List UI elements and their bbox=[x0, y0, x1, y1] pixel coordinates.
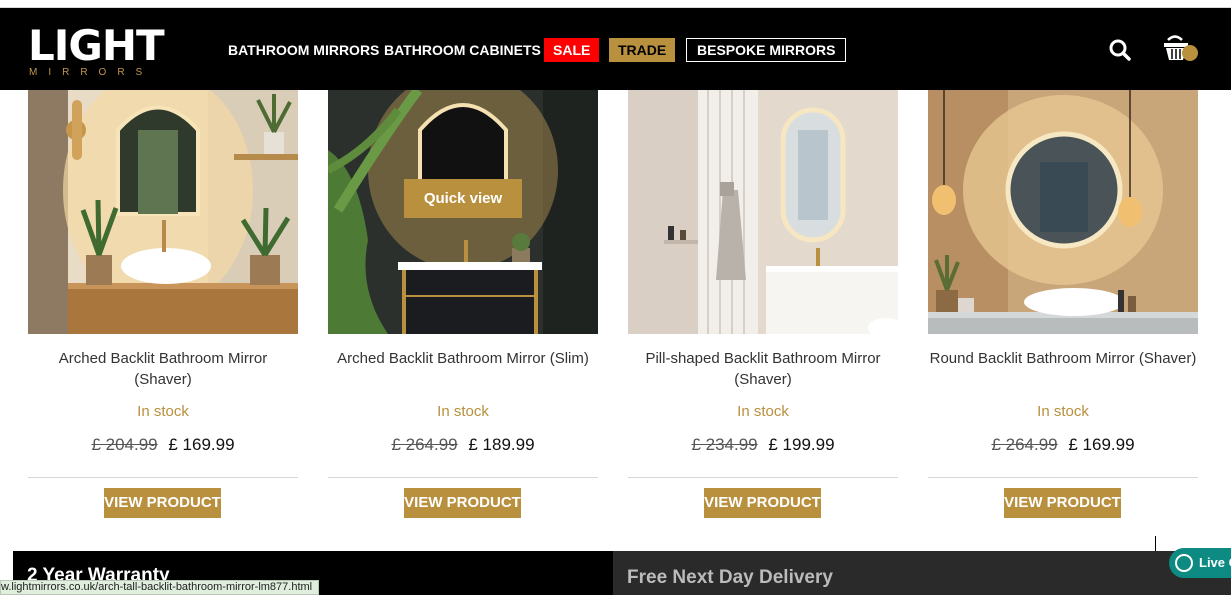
divider bbox=[328, 477, 598, 478]
current-price: £ 189.99 bbox=[468, 435, 535, 454]
stock-status: In stock bbox=[137, 403, 189, 420]
current-price: £ 169.99 bbox=[168, 435, 235, 454]
product-card: Pill-shaped Backlit Bathroom Mirror (Sha… bbox=[628, 90, 898, 530]
old-price: £ 264.99 bbox=[391, 435, 458, 454]
product-price: £ 264.99 £ 189.99 bbox=[328, 435, 598, 455]
nav-bespoke-mirrors[interactable]: BESPOKE MIRRORS bbox=[686, 38, 847, 62]
browser-top-strip bbox=[0, 0, 1231, 8]
nav-trade[interactable]: TRADE bbox=[609, 38, 676, 62]
nav-sale[interactable]: SALE bbox=[544, 38, 600, 62]
product-title[interactable]: Arched Backlit Bathroom Mirror (Shaver) bbox=[28, 348, 298, 390]
view-product-button[interactable]: VIEW PRODUCT bbox=[704, 488, 821, 518]
product-card: Round Backlit Bathroom Mirror (Shaver) I… bbox=[928, 90, 1198, 530]
view-product-button[interactable]: VIEW PRODUCT bbox=[104, 488, 221, 518]
divider bbox=[628, 477, 898, 478]
logo-subtext: MIRRORS bbox=[29, 67, 154, 78]
divider bbox=[928, 477, 1198, 478]
logo-text: LIGHT bbox=[28, 21, 165, 70]
stock-status: In stock bbox=[437, 403, 489, 420]
product-image[interactable] bbox=[928, 90, 1198, 334]
product-price: £ 234.99 £ 199.99 bbox=[628, 435, 898, 455]
search-icon[interactable] bbox=[1108, 38, 1132, 62]
product-image[interactable]: Quick view bbox=[328, 90, 598, 334]
product-card: Quick view Arched Backlit Bathroom Mirro… bbox=[328, 90, 598, 530]
product-price: £ 264.99 £ 169.99 bbox=[928, 435, 1198, 455]
current-price: £ 199.99 bbox=[768, 435, 835, 454]
product-price: £ 204.99 £ 169.99 bbox=[28, 435, 298, 455]
view-product-button[interactable]: VIEW PRODUCT bbox=[1004, 488, 1121, 518]
site-header: LIGHT MIRRORS BATHROOM MIRRORS BATHROOM … bbox=[0, 8, 1231, 90]
nav-bathroom-mirrors[interactable]: BATHROOM MIRRORS bbox=[228, 38, 379, 62]
stock-status: In stock bbox=[1037, 403, 1089, 420]
live-chat-label: Live C bbox=[1199, 555, 1231, 570]
chat-bubble-icon bbox=[1175, 554, 1193, 572]
old-price: £ 264.99 bbox=[991, 435, 1058, 454]
product-title[interactable]: Round Backlit Bathroom Mirror (Shaver) bbox=[928, 348, 1198, 369]
quick-view-button[interactable]: Quick view bbox=[404, 179, 522, 218]
product-image[interactable] bbox=[628, 90, 898, 334]
live-chat-button[interactable]: Live C bbox=[1169, 548, 1231, 578]
delivery-banner: Free Next Day Delivery bbox=[613, 551, 1231, 595]
text-cursor bbox=[1155, 536, 1156, 551]
current-price: £ 169.99 bbox=[1068, 435, 1135, 454]
site-logo[interactable]: LIGHT MIRRORS bbox=[28, 24, 168, 80]
divider bbox=[28, 477, 298, 478]
browser-status-url: w.lightmirrors.co.uk/arch-tall-backlit-b… bbox=[0, 580, 320, 595]
view-product-button[interactable]: VIEW PRODUCT bbox=[404, 488, 521, 518]
old-price: £ 234.99 bbox=[691, 435, 758, 454]
product-title[interactable]: Arched Backlit Bathroom Mirror (Slim) bbox=[328, 348, 598, 369]
nav-bathroom-cabinets[interactable]: BATHROOM CABINETS bbox=[384, 38, 541, 62]
product-title[interactable]: Pill-shaped Backlit Bathroom Mirror (Sha… bbox=[628, 348, 898, 390]
product-image[interactable] bbox=[28, 90, 298, 334]
delivery-text: Free Next Day Delivery bbox=[627, 567, 833, 588]
basket-icon[interactable] bbox=[1162, 34, 1200, 66]
product-card: Arched Backlit Bathroom Mirror (Shaver) … bbox=[28, 90, 298, 530]
old-price: £ 204.99 bbox=[91, 435, 158, 454]
stock-status: In stock bbox=[737, 403, 789, 420]
